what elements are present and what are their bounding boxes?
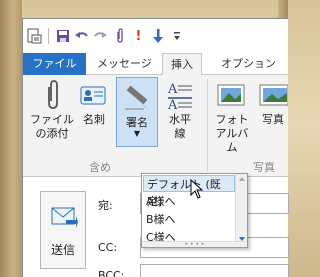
signature-option[interactable]: B様へ bbox=[143, 211, 235, 228]
pen-icon bbox=[125, 85, 149, 110]
bcc-field[interactable] bbox=[140, 264, 289, 277]
undo-icon[interactable] bbox=[73, 26, 90, 46]
svg-text:A: A bbox=[167, 98, 178, 111]
dropdown-scrollbar[interactable] bbox=[235, 174, 247, 247]
photo-album-button[interactable]: フォト アルバム bbox=[212, 79, 252, 155]
group-include-label: 含め bbox=[89, 161, 111, 174]
business-card-label: 名刺 bbox=[83, 113, 105, 126]
tab-insert[interactable]: 挿入 bbox=[162, 53, 202, 76]
horizontal-line-icon: AA bbox=[167, 82, 192, 111]
svg-text:A: A bbox=[167, 82, 178, 97]
send-button[interactable]: 送信 bbox=[40, 191, 86, 269]
business-card-icon bbox=[80, 86, 106, 105]
signature-dropdown-arrow: ▼ bbox=[133, 129, 141, 138]
tab-options[interactable]: オプション bbox=[213, 53, 284, 75]
business-card-button[interactable]: 名刺 bbox=[78, 79, 110, 127]
new-item-icon[interactable] bbox=[26, 26, 43, 46]
signature-option[interactable]: A様へ bbox=[143, 193, 235, 210]
horizontal-line-label-2: 線 bbox=[174, 127, 186, 140]
cc-label: CC: bbox=[98, 241, 118, 254]
redo-icon[interactable] bbox=[92, 26, 109, 46]
photo-album-label-2: アルバム bbox=[215, 127, 249, 154]
photo-album-icon bbox=[217, 84, 245, 106]
customize-icon[interactable] bbox=[168, 26, 185, 46]
send-icon bbox=[51, 207, 78, 228]
importance-icon[interactable]: ! bbox=[130, 26, 147, 46]
tab-message[interactable]: メッセージ bbox=[89, 53, 160, 75]
bcc-label: BCC: bbox=[98, 269, 125, 277]
attach-icon[interactable] bbox=[111, 26, 128, 46]
mouse-cursor-icon bbox=[190, 179, 204, 199]
photo-icon bbox=[259, 84, 288, 106]
save-icon[interactable] bbox=[54, 26, 71, 46]
send-label: 送信 bbox=[50, 243, 75, 257]
attach-file-button[interactable]: ファイル の添付 bbox=[30, 79, 74, 141]
horizontal-line-label-1: 水平 bbox=[169, 113, 191, 126]
desktop-wood-left bbox=[0, 0, 22, 277]
resize-grip[interactable]: • • • • bbox=[142, 241, 247, 248]
group-photo-label: 写真 bbox=[253, 161, 275, 174]
photo-album-label-1: フォト bbox=[215, 113, 249, 126]
paperclip-icon bbox=[48, 80, 58, 109]
group-divider bbox=[207, 79, 208, 171]
horizontal-line-button[interactable]: AA 水平 線 bbox=[163, 79, 197, 141]
photo-button[interactable]: 写真 bbox=[256, 79, 290, 127]
ribbon-tabs: ファイル メッセージ 挿入 オプション bbox=[23, 53, 288, 76]
attach-file-label-1: ファイル bbox=[30, 113, 74, 126]
signature-button[interactable]: 署名 ▼ bbox=[116, 77, 158, 147]
toolbar-separator bbox=[48, 28, 49, 44]
download-icon[interactable] bbox=[149, 26, 166, 46]
signature-option[interactable]: デフォルト (既定) bbox=[143, 175, 235, 208]
to-label: 宛: bbox=[98, 199, 113, 212]
photo-label: 写真 bbox=[262, 113, 284, 126]
mail-compose-window: ! ファイル メッセージ 挿入 オプション ファイル の添付 名刺 署名 ▼ A… bbox=[22, 18, 289, 277]
ribbon-panel: ファイル の添付 名刺 署名 ▼ AA 水平 線 フォト アルバム 写真 含め … bbox=[23, 75, 288, 177]
signature-label: 署名 bbox=[126, 116, 148, 129]
attach-file-label-2: の添付 bbox=[35, 127, 69, 140]
tab-file[interactable]: ファイル bbox=[23, 53, 86, 75]
scroll-arrows-icon bbox=[239, 177, 245, 241]
quick-access-toolbar: ! bbox=[23, 19, 288, 53]
